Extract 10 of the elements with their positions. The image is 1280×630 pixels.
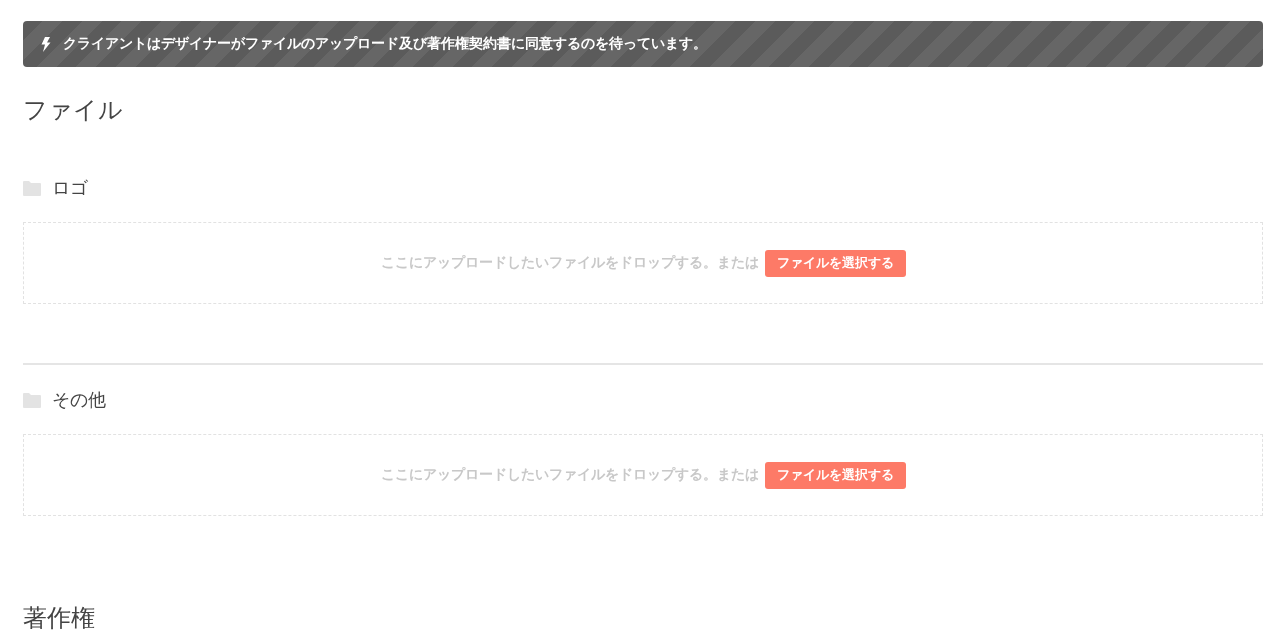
folder-name: ロゴ <box>52 177 88 199</box>
select-file-button[interactable]: ファイルを選択する <box>764 249 906 277</box>
section-heading: ファイル <box>23 96 123 125</box>
select-file-button[interactable]: ファイルを選択する <box>764 461 906 489</box>
folder-icon <box>23 392 41 408</box>
folder-name: その他 <box>52 389 106 411</box>
lightning-icon <box>41 36 51 52</box>
notice-text: クライアントはデザイナーがファイルのアップロード及び著作権契約書に同意するのを待っています。 <box>63 35 707 53</box>
folder-icon <box>23 180 41 196</box>
section-heading: 著作権 <box>23 604 95 630</box>
